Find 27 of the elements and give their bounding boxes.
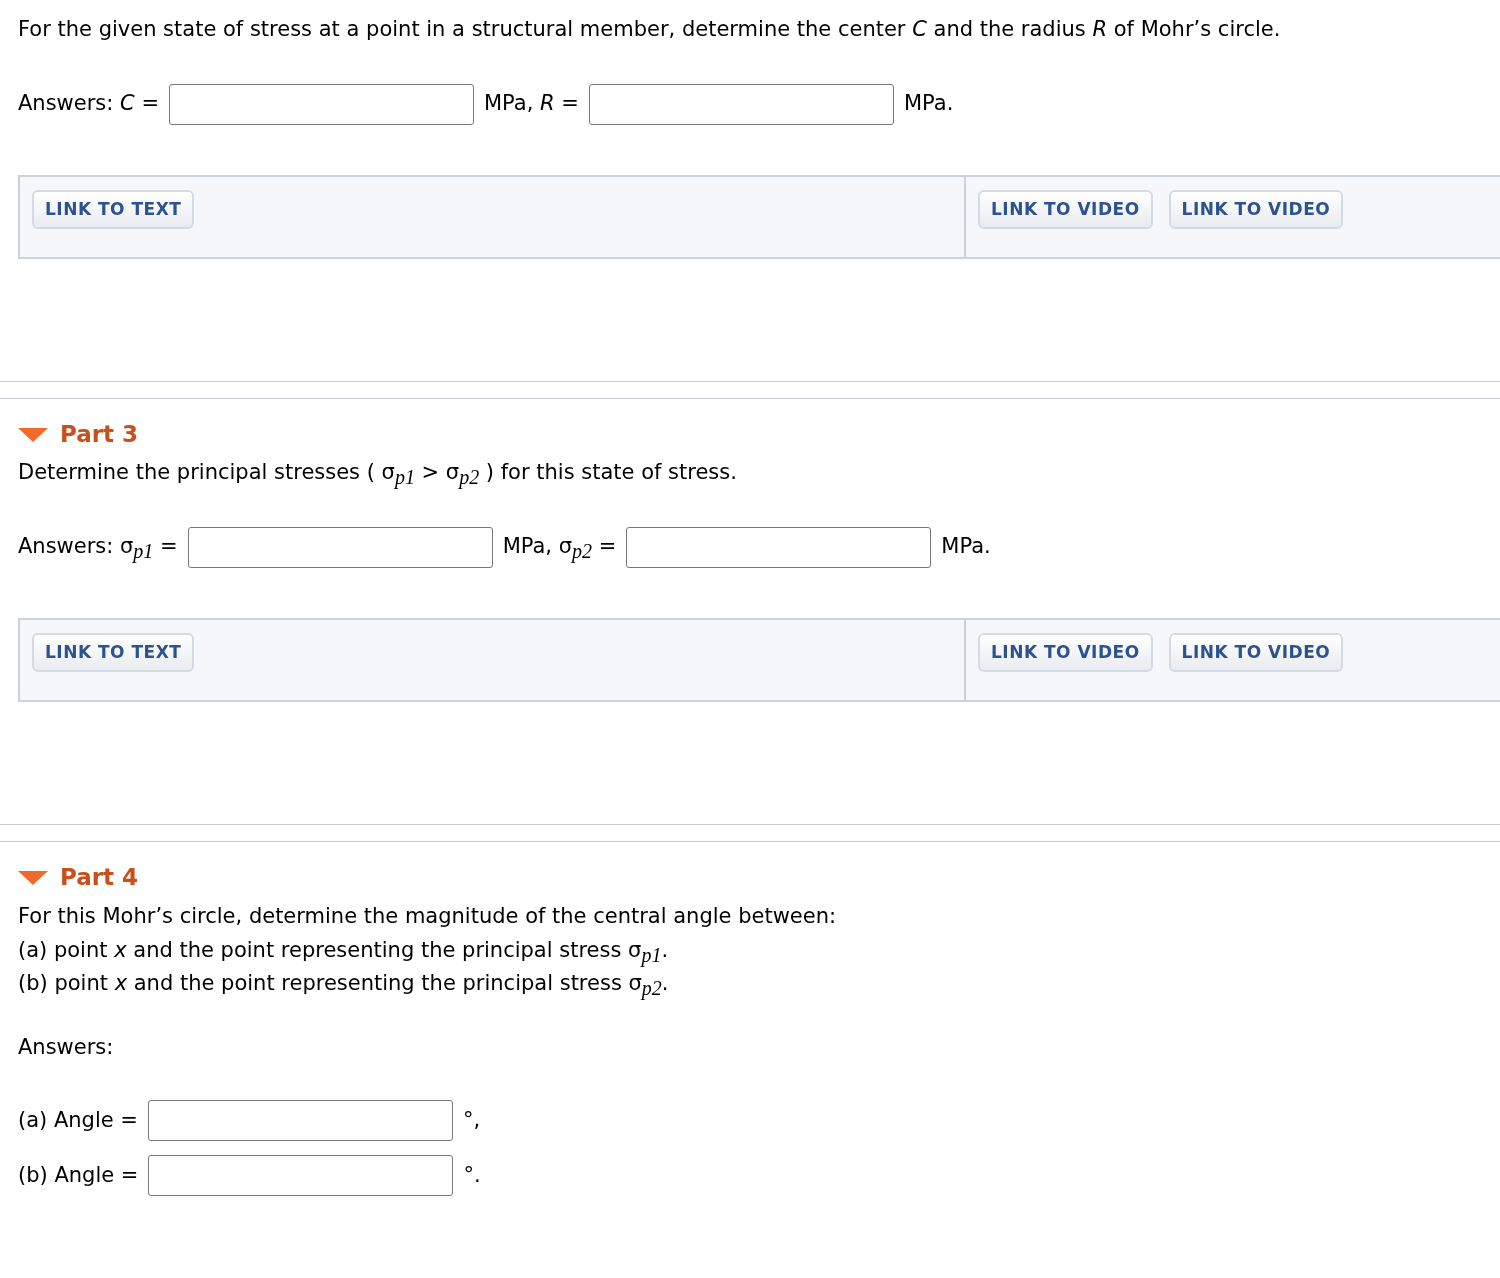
answer-label: (b) Angle = bbox=[18, 1162, 139, 1190]
answer-field[interactable] bbox=[169, 83, 474, 125]
answer-label: MPa. bbox=[903, 90, 954, 118]
triangle-icon[interactable] bbox=[18, 425, 48, 442]
link-to-video-button[interactable]: LINK TO VIDEO bbox=[1168, 632, 1344, 672]
triangle-icon[interactable] bbox=[18, 868, 48, 885]
link-to-video-button[interactable]: LINK TO VIDEO bbox=[978, 632, 1153, 672]
question-text: For the given state of stress at a point in a structural member, determine the center C and the radius R of Mohr’s circle. bbox=[18, 16, 1282, 43]
answer-field[interactable] bbox=[148, 1155, 454, 1197]
answers-label: Answers: bbox=[18, 1033, 115, 1061]
part-title: Part 4 bbox=[60, 862, 139, 892]
answer-field[interactable] bbox=[588, 83, 894, 125]
answer-label: MPa, R = bbox=[484, 90, 579, 118]
question-text: For this Mohr’s circle, determine the magnitude of the central angle between: bbox=[18, 903, 838, 930]
link-to-text-button[interactable]: LINK TO TEXT bbox=[32, 632, 195, 672]
answer-field[interactable] bbox=[626, 526, 932, 568]
answer-field[interactable] bbox=[147, 1100, 453, 1142]
answer-label: °, bbox=[462, 1107, 481, 1135]
answer-label: Answers: C = bbox=[18, 90, 159, 118]
part-title: Part 3 bbox=[60, 419, 139, 449]
answer-field[interactable] bbox=[187, 526, 493, 568]
answer-label: MPa. bbox=[941, 533, 991, 561]
link-to-text-button[interactable]: LINK TO TEXT bbox=[32, 189, 195, 229]
link-to-video-button[interactable]: LINK TO VIDEO bbox=[1168, 189, 1344, 229]
link-to-video-button[interactable]: LINK TO VIDEO bbox=[978, 189, 1153, 229]
answer-label: (a) Angle = bbox=[18, 1107, 138, 1135]
answer-label: °. bbox=[463, 1162, 481, 1190]
